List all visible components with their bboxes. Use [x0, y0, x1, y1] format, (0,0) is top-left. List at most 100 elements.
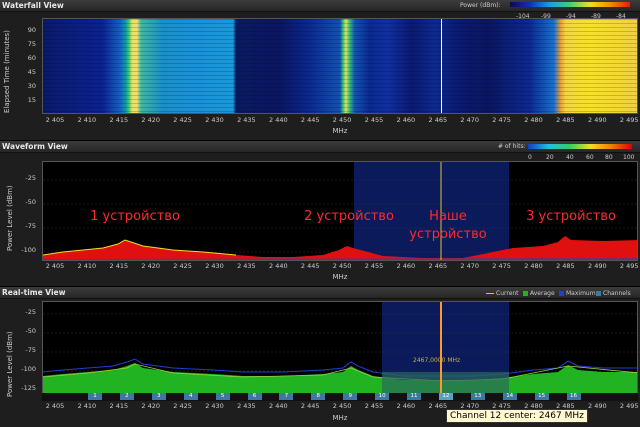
waterfall-y-tick: 75: [27, 40, 36, 48]
legend-channels-swatch: [596, 291, 601, 296]
annotation-device-1: 1 устройство: [90, 209, 180, 224]
x-tick-label: 2 450: [332, 402, 352, 410]
waveform-xticks: 2 405 2 410 2 415 2 420 2 425 2 430 2 435 2 440…: [0, 262, 640, 272]
waveform-hits-area: [43, 236, 637, 260]
channel-box-16[interactable]: 16: [566, 393, 581, 400]
annotation-device-3: 3 устройство: [526, 209, 616, 224]
x-tick-label: 2 445: [300, 402, 320, 410]
hits-tick-0: 0: [528, 154, 532, 161]
x-tick-label: 2 485: [556, 262, 575, 270]
x-tick-label: 2 490: [587, 116, 607, 124]
x-tick-label: 2 405: [45, 402, 65, 410]
realtime-title: Real-time View: [2, 288, 66, 297]
legend-current-label: Current: [496, 290, 519, 297]
x-tick-label: 2 480: [524, 262, 543, 270]
x-tick-label: 2 430: [205, 262, 224, 270]
x-tick-label: 2 435: [237, 402, 256, 410]
waveform-x-label: MHz: [332, 273, 348, 281]
x-tick-label: 2 405: [45, 262, 65, 270]
x-tick-label: 2 440: [268, 116, 288, 124]
x-tick-label: 2 415: [109, 262, 129, 270]
channel-12-band: [382, 372, 509, 394]
channel-box-7[interactable]: 7: [279, 393, 294, 400]
waveform-y-tick: -25: [25, 174, 36, 182]
x-tick-label: 2 455: [364, 116, 384, 124]
waveform-title: Waveform View: [2, 142, 68, 151]
waterfall-plot[interactable]: [42, 18, 638, 114]
x-tick-label: 2 405: [45, 116, 65, 124]
x-tick-label: 2 430: [205, 402, 224, 410]
channel-box-3[interactable]: 3: [151, 393, 166, 400]
waterfall-y-tick: 30: [27, 82, 36, 90]
x-tick-label: 2 420: [141, 116, 160, 124]
channel-box-12[interactable]: 12: [438, 393, 453, 400]
channel-tooltip: Channel 12 center: 2467 MHz: [446, 409, 588, 423]
channel-box-4[interactable]: 4: [183, 393, 198, 400]
waterfall-y-tick: 60: [27, 54, 36, 62]
x-tick-label: 2 485: [556, 116, 575, 124]
channel-box-15[interactable]: 15: [534, 393, 549, 400]
x-tick-label: 2 465: [428, 402, 448, 410]
legend-average-swatch: [523, 291, 528, 296]
x-tick-label: 2 470: [460, 262, 479, 270]
x-tick-label: 2 440: [268, 262, 288, 270]
hits-tick-3: 60: [586, 154, 594, 161]
hits-tick-2: 40: [566, 154, 574, 161]
waveform-panel: Waveform View # of hits: 0 20 40 60 80 1…: [0, 141, 640, 286]
x-tick-label: 2 410: [77, 262, 97, 270]
x-tick-label: 2 425: [173, 402, 192, 410]
realtime-y-tick: -75: [25, 346, 36, 354]
hits-tick-4: 80: [605, 154, 613, 161]
x-tick-label: 2 415: [109, 402, 129, 410]
power-colorbar: [510, 2, 630, 7]
realtime-panel: Real-time View Current Average Maximum C…: [0, 287, 640, 427]
waterfall-y-tick: 90: [27, 26, 36, 34]
realtime-legend: Current Average Maximum Channels: [486, 290, 640, 298]
channel-box-9[interactable]: 9: [343, 393, 358, 400]
waterfall-header: Waterfall View Power (dBm):: [0, 0, 640, 12]
realtime-y-tick: -50: [25, 327, 36, 335]
x-tick-label: 2 425: [173, 262, 192, 270]
legend-maximum-swatch: [559, 291, 564, 296]
x-tick-label: 2 480: [524, 116, 543, 124]
x-tick-label: 2 435: [237, 116, 256, 124]
channel-box-13[interactable]: 13: [470, 393, 485, 400]
waterfall-xticks: 2 405 2 410 2 415 2 420 2 425 2 430 2 435 2 440…: [0, 116, 640, 126]
x-tick-label: 2 475: [492, 116, 511, 124]
waterfall-panel: Waterfall View Power (dBm): -104 -99 -94…: [0, 0, 640, 140]
channel-box-6[interactable]: 6: [247, 393, 262, 400]
channel-box-10[interactable]: 10: [375, 393, 390, 400]
waterfall-y-tick: 45: [27, 68, 36, 76]
x-tick-label: 2 465: [428, 262, 448, 270]
x-tick-label: 2 410: [77, 116, 97, 124]
waterfall-x-label: MHz: [332, 127, 348, 135]
x-tick-label: 2 475: [492, 262, 511, 270]
waterfall-y-tick: 15: [27, 96, 36, 104]
channel-box-14[interactable]: 14: [502, 393, 517, 400]
x-tick-label: 2 440: [268, 402, 288, 410]
x-tick-label: 2 495: [619, 402, 639, 410]
channel-box-11[interactable]: 11: [407, 393, 421, 400]
waveform-y-tick: -100: [21, 246, 36, 254]
channel-box-1[interactable]: 1: [88, 393, 102, 400]
annotation-our-device-line2: устройство: [409, 227, 487, 242]
x-tick-label: 2 425: [173, 116, 192, 124]
channel-box-8[interactable]: 8: [311, 393, 326, 400]
hits-colorbar: [528, 144, 632, 149]
x-tick-label: 2 460: [396, 116, 416, 124]
waveform-header: Waveform View # of hits:: [0, 141, 640, 153]
channel-box-2[interactable]: 2: [119, 393, 134, 400]
channel-box-5[interactable]: 5: [215, 393, 230, 400]
x-tick-label: 2 445: [300, 116, 320, 124]
power-legend-label: Power (dBm):: [460, 2, 501, 9]
marker-frequency-label: 2467,0000 MHz: [413, 357, 461, 364]
realtime-x-label: MHz: [332, 414, 348, 422]
realtime-y-tick: -100: [21, 365, 36, 373]
x-tick-label: 2 420: [141, 402, 160, 410]
x-tick-label: 2 495: [619, 262, 639, 270]
waterfall-row-stripes: [43, 19, 637, 113]
x-tick-label: 2 490: [587, 262, 607, 270]
realtime-plot[interactable]: 2467,0000 MHz: [42, 301, 638, 395]
waveform-y-tick: -50: [25, 198, 36, 206]
x-tick-label: 2 455: [364, 262, 384, 270]
